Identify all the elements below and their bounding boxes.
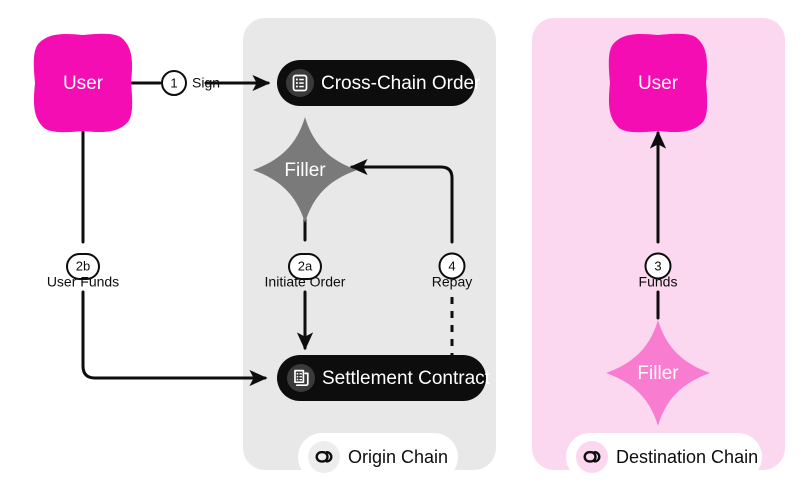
destination-chain-badge-label: Destination Chain — [616, 447, 758, 467]
step-badge-2b: 2b User Funds — [47, 253, 119, 290]
step-2b-label: User Funds — [47, 274, 119, 290]
step-2a-number: 2a — [298, 258, 313, 273]
step-1-number: 1 — [170, 75, 177, 90]
node-user-destination-label: User — [638, 73, 679, 94]
document-list-icon — [286, 69, 314, 97]
node-settlement-contract-label: Settlement Contract — [322, 368, 491, 389]
step-2a-label: Initiate Order — [265, 274, 346, 290]
step-1-label: Sign — [192, 75, 220, 91]
step-4-label: Repay — [432, 274, 472, 290]
origin-chain-badge[interactable]: Origin Chain — [298, 433, 458, 481]
node-settlement-contract[interactable]: Settlement Contract — [277, 355, 491, 401]
chain-link-icon — [576, 441, 608, 473]
step-3-number: 3 — [654, 258, 661, 273]
chain-link-icon — [308, 441, 340, 473]
node-filler-destination-label: Filler — [637, 363, 679, 384]
node-filler-origin-label: Filler — [284, 160, 326, 181]
node-user-origin-label: User — [63, 73, 104, 94]
diagram-canvas: User Filler Cross-Chain Order Settlement… — [0, 0, 800, 504]
node-cross-chain-order-label: Cross-Chain Order — [321, 73, 481, 94]
origin-chain-badge-label: Origin Chain — [348, 447, 448, 467]
node-user-destination[interactable]: User — [608, 33, 708, 133]
node-cross-chain-order[interactable]: Cross-Chain Order — [277, 60, 481, 106]
edge-step-2b — [81, 126, 268, 387]
contract-documents-icon — [287, 364, 315, 392]
step-badge-1: 1 Sign — [161, 70, 220, 96]
node-user-origin[interactable]: User — [33, 33, 133, 133]
destination-chain-badge[interactable]: Destination Chain — [566, 433, 762, 481]
step-4-number: 4 — [448, 258, 455, 273]
step-2b-number: 2b — [76, 258, 90, 273]
step-3-label: Funds — [639, 274, 678, 290]
